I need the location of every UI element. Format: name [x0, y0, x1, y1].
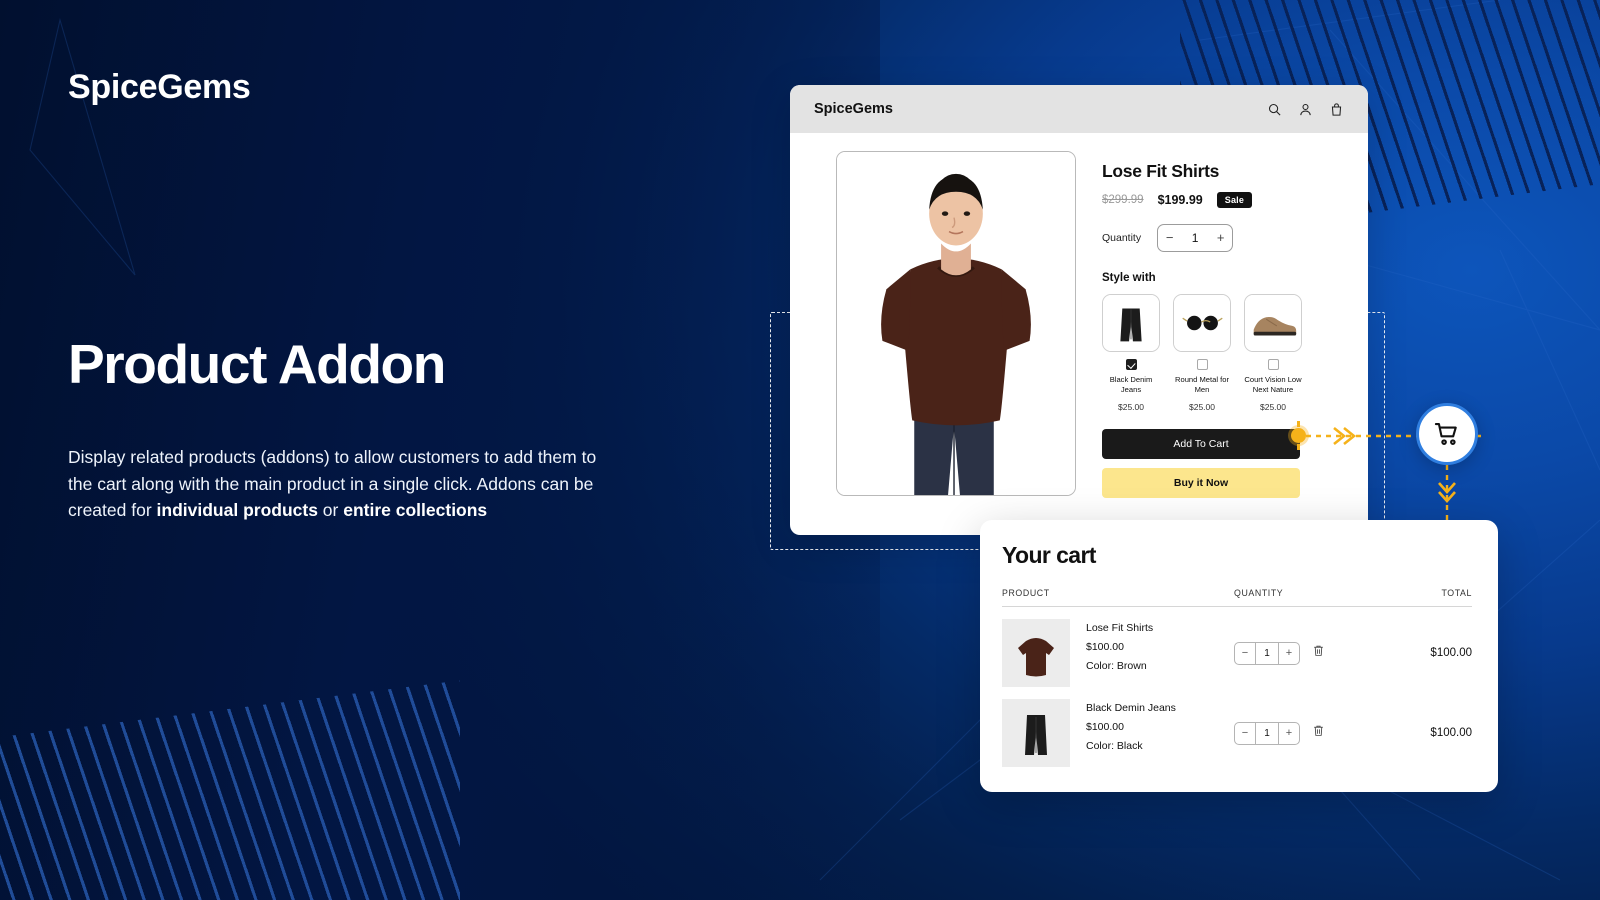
- table-row: Lose Fit Shirts $100.00 Color: Brown − 1…: [1002, 607, 1472, 687]
- addon-name: Court Vision Low Next Nature: [1244, 375, 1302, 394]
- table-row: Black Demin Jeans $100.00 Color: Black −…: [1002, 687, 1472, 767]
- cart-quantity-value[interactable]: 1: [1256, 728, 1278, 739]
- addons-section-label: Style with: [1102, 272, 1156, 284]
- product-title: Lose Fit Shirts: [1102, 161, 1220, 181]
- cart-item-name: Black Demin Jeans: [1086, 702, 1176, 714]
- sunglasses-icon: [1173, 294, 1231, 352]
- hero-copy: SpiceGems Product Addon Display related …: [68, 0, 688, 900]
- current-price: $199.99: [1157, 193, 1203, 207]
- column-header-product: PRODUCT: [1002, 588, 1050, 598]
- cart-quantity-stepper[interactable]: − 1 +: [1234, 641, 1300, 665]
- addon-name: Black Denim Jeans: [1109, 375, 1153, 394]
- cart-item-price: $100.00: [1086, 641, 1124, 653]
- hero-description: Display related products (addons) to all…: [68, 444, 623, 524]
- hero-description-bold-2: entire collections: [343, 500, 488, 520]
- cart-quantity-stepper[interactable]: − 1 +: [1234, 721, 1300, 745]
- search-icon[interactable]: [1267, 102, 1282, 117]
- addon-price: $25.00: [1189, 402, 1215, 412]
- price-row: $299.99 $199.99 Sale: [1102, 192, 1340, 208]
- addon-item[interactable]: Black Denim Jeans $25.00: [1102, 294, 1160, 412]
- status-badge: Sale: [1216, 192, 1253, 208]
- cart-item-name: Lose Fit Shirts: [1086, 622, 1154, 634]
- storefront-header-icons: [1267, 102, 1344, 117]
- buy-it-now-button[interactable]: Buy it Now: [1102, 468, 1300, 498]
- hero-description-bold-1: individual products: [156, 500, 318, 520]
- click-point-marker: [1291, 421, 1306, 450]
- addon-checkbox[interactable]: [1267, 359, 1279, 370]
- addon-price: $25.00: [1118, 402, 1144, 412]
- product-hero-image: [836, 151, 1076, 496]
- cart-quantity-decrease-button[interactable]: −: [1235, 723, 1255, 744]
- storefront-shop-name: SpiceGems: [814, 101, 893, 117]
- compare-at-price: $299.99: [1102, 194, 1144, 206]
- cart-item-total: $100.00: [1430, 647, 1472, 659]
- quantity-row: Quantity − 1 +: [1102, 224, 1340, 252]
- add-to-cart-button[interactable]: Add To Cart: [1102, 429, 1300, 459]
- bag-icon[interactable]: [1329, 102, 1344, 117]
- trash-icon[interactable]: [1312, 724, 1325, 742]
- column-header-total: TOTAL: [1441, 588, 1472, 598]
- trash-icon[interactable]: [1312, 644, 1325, 662]
- addon-checkbox[interactable]: [1125, 359, 1137, 370]
- addon-checkbox[interactable]: [1196, 359, 1208, 370]
- jeans-thumb: [1002, 699, 1070, 767]
- cart-quantity-increase-button[interactable]: +: [1279, 643, 1299, 664]
- addon-name: Round Metal for Men: [1174, 375, 1230, 394]
- quantity-label: Quantity: [1102, 232, 1142, 244]
- cart-table-header: PRODUCT QUANTITY TOTAL: [1002, 588, 1472, 607]
- page-title: Product Addon: [68, 333, 446, 395]
- jeans-icon: [1102, 294, 1160, 352]
- column-header-quantity: QUANTITY: [1234, 588, 1284, 598]
- cart-title: Your cart: [1002, 542, 1096, 568]
- user-icon[interactable]: [1298, 102, 1313, 117]
- quantity-stepper[interactable]: − 1 +: [1157, 224, 1234, 252]
- cart-item-price: $100.00: [1086, 721, 1124, 733]
- shoe-icon: [1244, 294, 1302, 352]
- cart-quantity-decrease-button[interactable]: −: [1235, 643, 1255, 664]
- quantity-value[interactable]: 1: [1181, 231, 1209, 245]
- hero-description-middle: or: [317, 500, 344, 520]
- quantity-increase-button[interactable]: +: [1209, 225, 1232, 251]
- cart-quantity-value[interactable]: 1: [1256, 648, 1278, 659]
- quantity-decrease-button[interactable]: −: [1158, 225, 1181, 251]
- tshirt-thumb: [1002, 619, 1070, 687]
- cart-item-color: Color: Black: [1086, 740, 1143, 752]
- storefront-header: SpiceGems: [790, 85, 1368, 133]
- cart-item-total: $100.00: [1430, 727, 1472, 739]
- brand-logo: SpiceGems: [68, 68, 251, 106]
- cart-drawer: Your cart PRODUCT QUANTITY TOTAL Lose Fi…: [980, 520, 1498, 792]
- cart-quantity-increase-button[interactable]: +: [1279, 723, 1299, 744]
- cart-item-color: Color: Brown: [1086, 660, 1147, 672]
- addon-item[interactable]: Round Metal for Men $25.00: [1173, 294, 1231, 412]
- cart-icon[interactable]: [1416, 403, 1478, 465]
